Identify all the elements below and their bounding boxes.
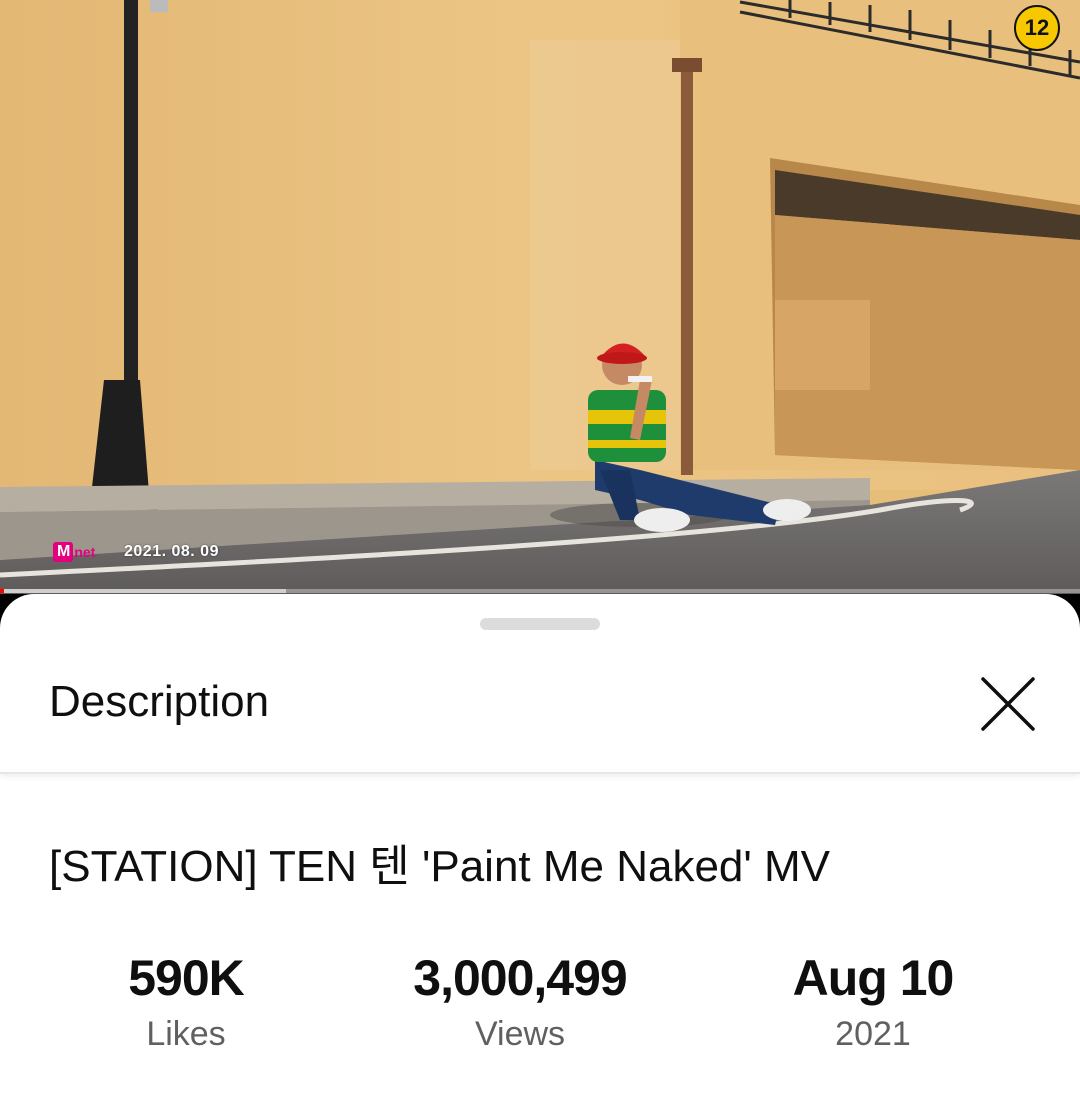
stat-likes: 590K Likes — [128, 949, 245, 1054]
stat-date: Aug 10 2021 — [792, 949, 955, 1054]
sheet-header: Description — [0, 654, 1080, 774]
views-count: 3,000,499 — [413, 950, 627, 1006]
upload-date: Aug 10 — [792, 950, 955, 1006]
channel-logo-letter: M — [53, 542, 74, 562]
progress-played — [0, 589, 5, 593]
description-sheet: Description [STATION] TEN 텐 'Paint Me Na… — [0, 594, 1080, 1103]
sheet-drag-handle[interactable] — [480, 618, 600, 630]
app-root: 12 M net 2021. 08. 09 Description [STATI… — [0, 0, 1080, 1103]
channel-logo-text: net — [74, 544, 96, 560]
views-label: Views — [474, 1015, 566, 1053]
video-stats: 590K Likes 3,000,499 Views Aug 10 2021 — [0, 949, 1080, 1069]
likes-label: Likes — [146, 1015, 226, 1053]
sheet-title: Description — [49, 677, 270, 726]
close-button[interactable] — [968, 664, 1048, 744]
video-frame — [0, 0, 1080, 594]
progress-bar[interactable] — [0, 589, 1080, 593]
upload-year: 2021 — [835, 1015, 911, 1053]
broadcast-date: 2021. 08. 09 — [124, 543, 219, 560]
video-player[interactable]: 12 M net 2021. 08. 09 — [0, 0, 1080, 594]
close-icon — [981, 677, 1035, 731]
video-title: [STATION] TEN 텐 'Paint Me Naked' MV — [49, 842, 831, 891]
age-rating-badge: 12 — [1014, 5, 1060, 51]
progress-buffer — [0, 589, 287, 593]
stat-views: 3,000,499 Views — [413, 949, 627, 1054]
channel-logo: M net — [53, 542, 95, 562]
likes-count: 590K — [128, 950, 245, 1006]
age-rating-text: 12 — [1024, 15, 1050, 40]
